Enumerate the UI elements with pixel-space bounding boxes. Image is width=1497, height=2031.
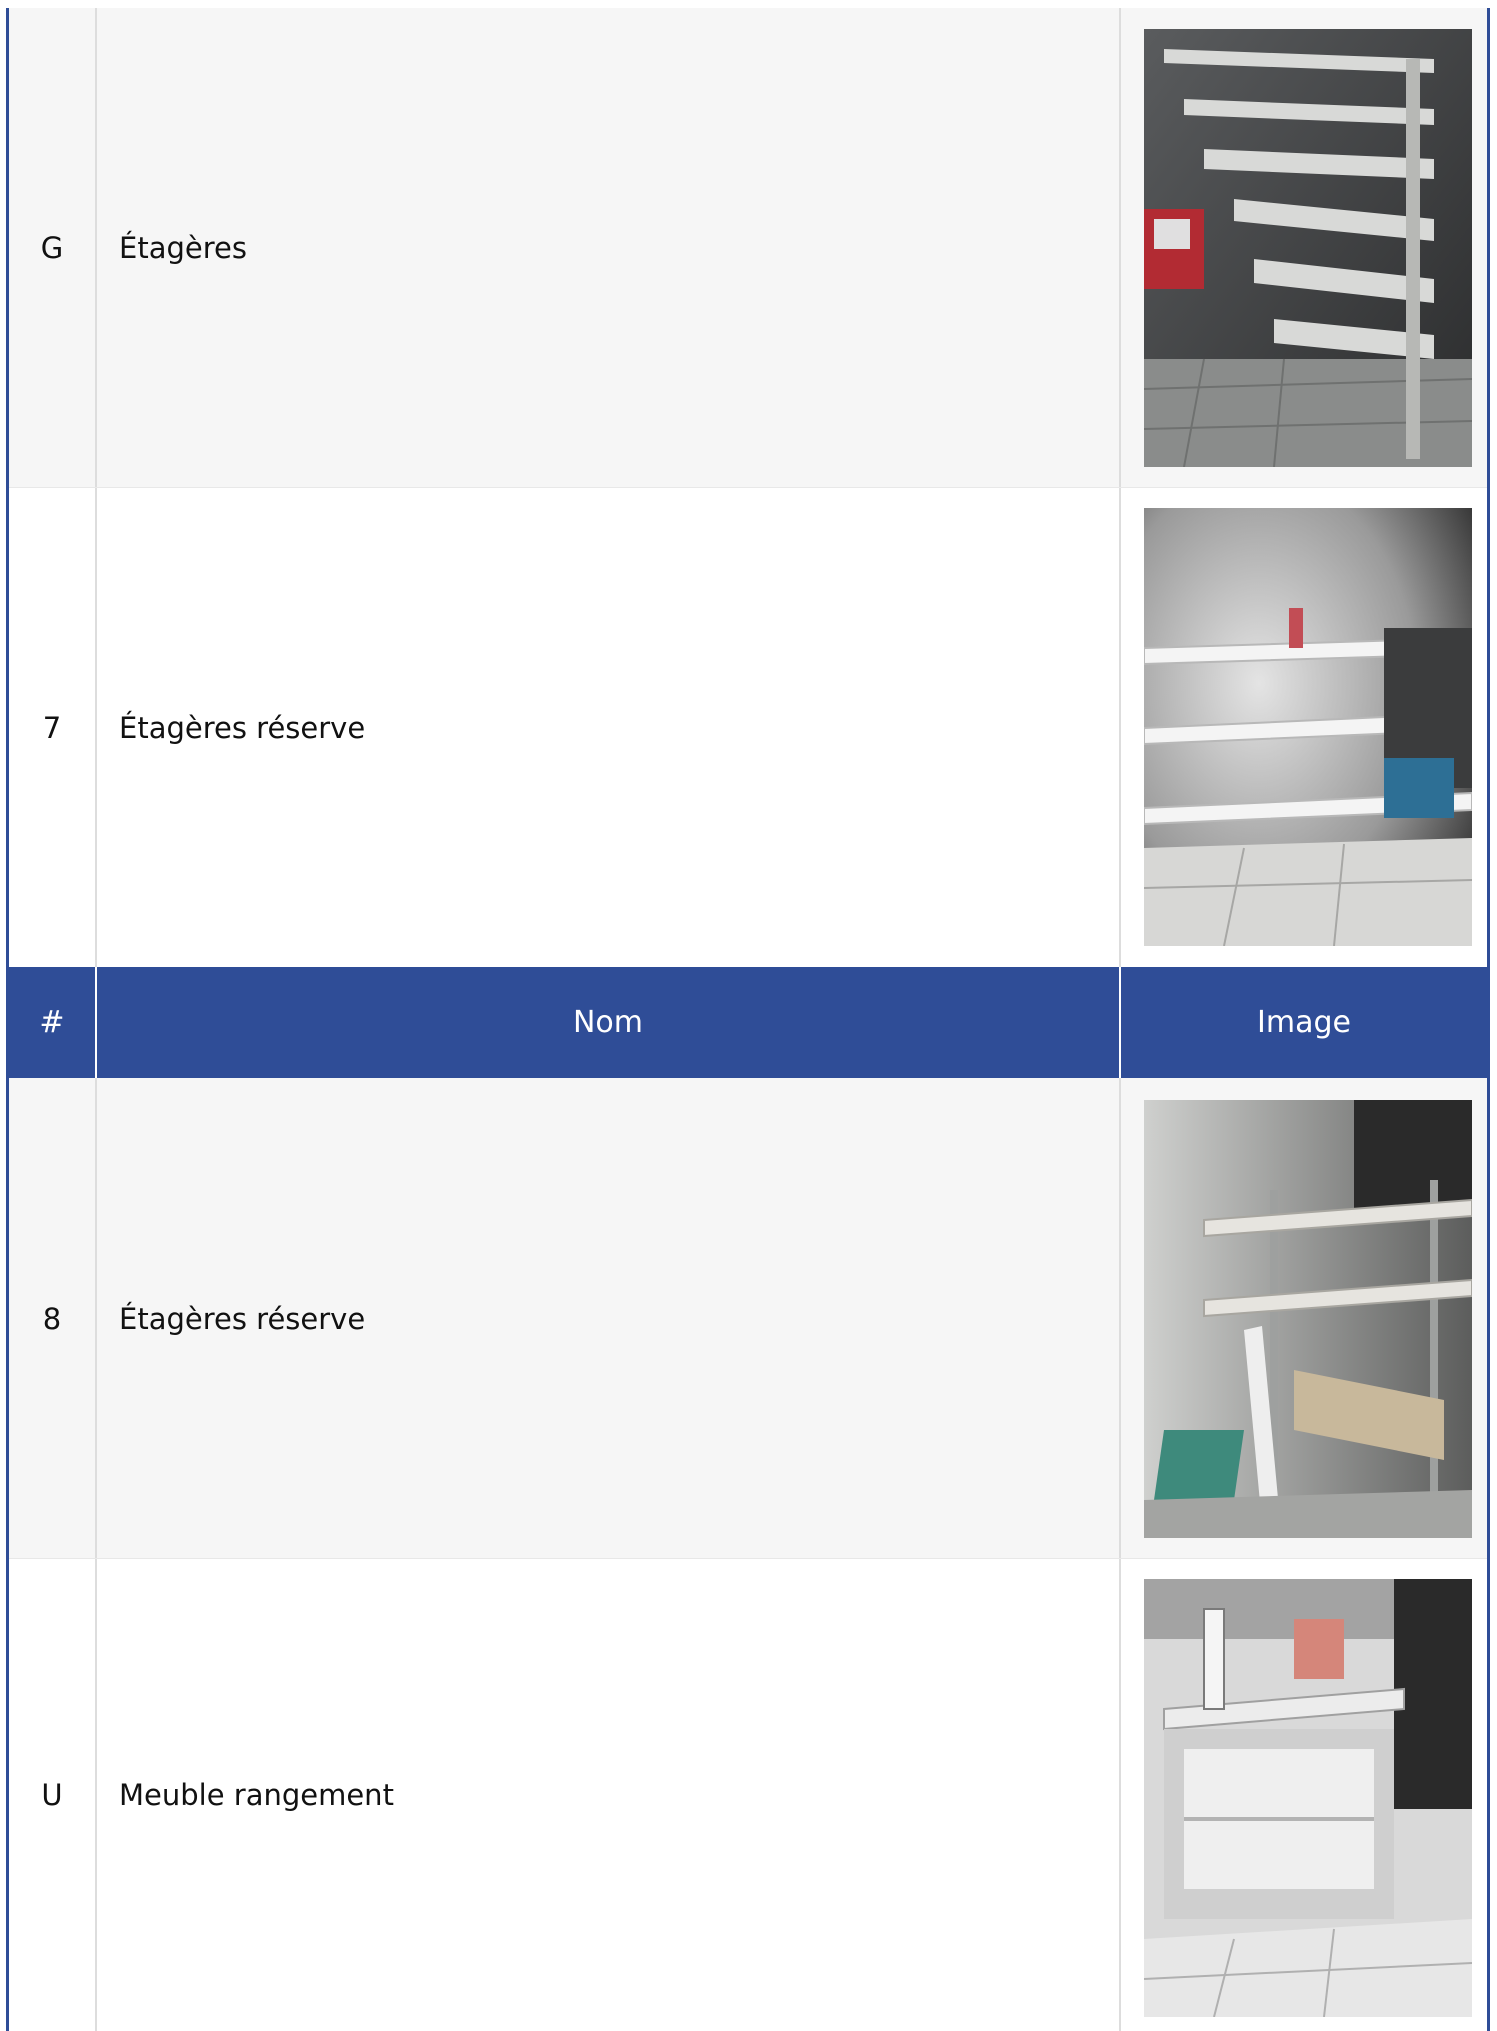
table-frame xyxy=(6,8,1490,2031)
page: G Étagères 7 Étagères réserve # Nom Imag… xyxy=(0,0,1497,2031)
